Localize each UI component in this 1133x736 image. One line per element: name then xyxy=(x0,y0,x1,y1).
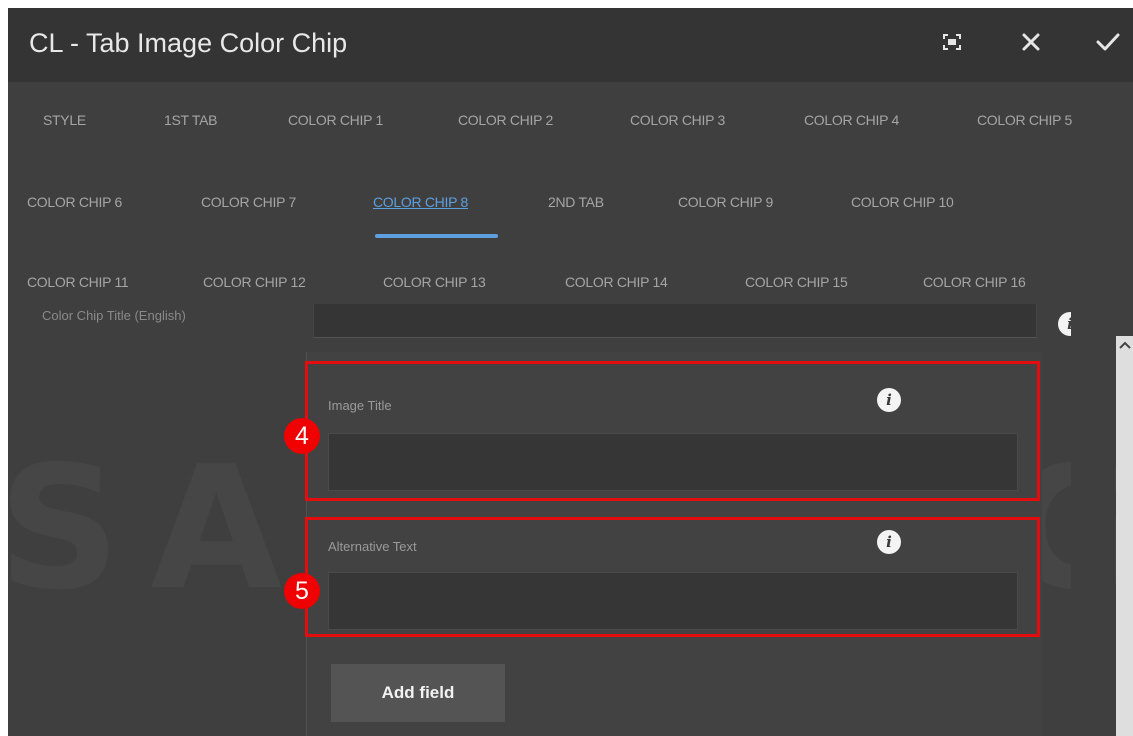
right-gutter xyxy=(1071,304,1115,736)
color-chip-title-label: Color Chip Title (English) xyxy=(42,308,186,323)
tab-style[interactable]: STYLE xyxy=(43,86,86,154)
dialog-title: CL - Tab Image Color Chip xyxy=(29,28,348,58)
dialog-titlebar: CL - Tab Image Color Chip xyxy=(8,8,1133,82)
tab-color-chip-10[interactable]: COLOR CHIP 10 xyxy=(851,168,954,236)
tab-color-chip-4[interactable]: COLOR CHIP 4 xyxy=(804,86,899,154)
tab-color-chip-1[interactable]: COLOR CHIP 1 xyxy=(288,86,383,154)
tab-color-chip-2[interactable]: COLOR CHIP 2 xyxy=(458,86,553,154)
dialog: CL - Tab Image Color Chip STYLE 1ST TAB … xyxy=(8,8,1133,736)
color-chip-title-input[interactable] xyxy=(313,304,1037,338)
checkmark-icon xyxy=(1096,32,1120,57)
tab-row-1: STYLE 1ST TAB COLOR CHIP 1 COLOR CHIP 2 … xyxy=(8,86,1133,154)
scroll-up-icon[interactable] xyxy=(1116,338,1133,352)
scrollbar[interactable] xyxy=(1116,336,1133,736)
fullscreen-icon xyxy=(943,33,961,55)
close-icon xyxy=(1021,32,1041,57)
alt-text-input[interactable] xyxy=(328,572,1018,630)
tab-2nd-tab[interactable]: 2ND TAB xyxy=(548,168,604,236)
tab-color-chip-9[interactable]: COLOR CHIP 9 xyxy=(678,168,773,236)
tab-color-chip-5[interactable]: COLOR CHIP 5 xyxy=(977,86,1072,154)
tab-color-chip-7[interactable]: COLOR CHIP 7 xyxy=(201,168,296,236)
tab-color-chip-6[interactable]: COLOR CHIP 6 xyxy=(27,168,122,236)
alt-text-label: Alternative Text xyxy=(328,539,417,554)
tab-row-2: COLOR CHIP 6 COLOR CHIP 7 COLOR CHIP 8 2… xyxy=(8,168,1133,236)
form-content: SAMSUNG Color Chip Title (English) i Ima… xyxy=(8,304,1133,736)
image-title-label: Image Title xyxy=(328,398,392,413)
tab-1st-tab[interactable]: 1ST TAB xyxy=(164,86,217,154)
close-button[interactable] xyxy=(1011,24,1051,64)
alt-text-info-icon[interactable]: i xyxy=(877,530,901,554)
image-title-input[interactable] xyxy=(328,433,1018,491)
tab-color-chip-8[interactable]: COLOR CHIP 8 xyxy=(373,168,468,236)
fullscreen-button[interactable] xyxy=(932,24,972,64)
annotation-marker-5: 5 xyxy=(284,573,320,609)
tab-bar: STYLE 1ST TAB COLOR CHIP 1 COLOR CHIP 2 … xyxy=(8,82,1133,312)
tab-color-chip-3[interactable]: COLOR CHIP 3 xyxy=(630,86,725,154)
add-field-button[interactable]: Add field xyxy=(331,664,505,722)
annotation-marker-4: 4 xyxy=(284,418,320,454)
image-title-info-icon[interactable]: i xyxy=(877,388,901,412)
active-tab-indicator xyxy=(375,234,498,238)
confirm-button[interactable] xyxy=(1088,24,1128,64)
